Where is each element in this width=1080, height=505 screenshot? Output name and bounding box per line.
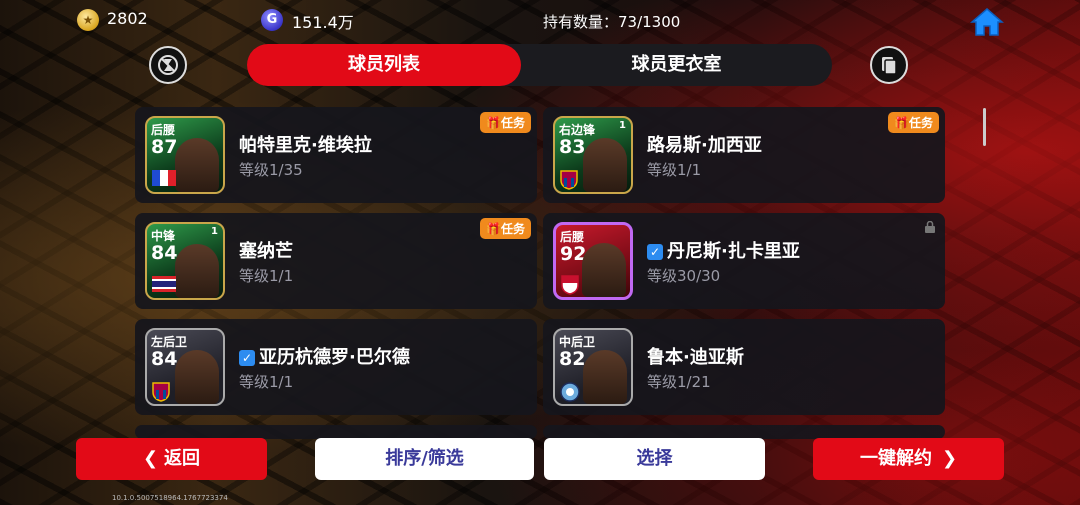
player-rating: 87 [151, 136, 178, 158]
card-level-badge: 1 [619, 120, 626, 131]
home-icon [969, 8, 1005, 36]
player-rating: 84 [151, 348, 178, 370]
player-avatar: 中后卫 82 [553, 328, 633, 406]
task-badge[interactable]: 🎁任务 [480, 218, 531, 239]
lock-icon [925, 221, 935, 233]
player-card[interactable]: 后腰 92 ✓ 丹尼斯·扎卡里亚 等级30/30 [543, 213, 945, 309]
barcelona-flag-icon [152, 382, 176, 402]
chevron-right-icon: ❯ [941, 448, 958, 469]
top-bar: ★ 2802 G 151.4万 持有数量：73/1300 [0, 0, 1080, 40]
verified-check-icon: ✓ [239, 350, 255, 366]
task-badge[interactable]: 🎁任务 [480, 112, 531, 133]
task-badge[interactable]: 🎁任务 [888, 112, 939, 133]
player-portrait [175, 244, 219, 298]
player-portrait [583, 350, 627, 404]
player-name: 鲁本·迪亚斯 [647, 347, 744, 368]
player-card[interactable]: 中后卫 82 鲁本·迪亚斯 等级1/21 [543, 319, 945, 415]
player-avatar: 右边锋 83 1 [553, 116, 633, 194]
player-card[interactable] [543, 425, 945, 439]
gift-icon: 🎁 [486, 116, 501, 130]
monaco-flag-icon [561, 275, 585, 295]
gift-icon: 🎁 [486, 222, 501, 236]
player-card[interactable] [135, 425, 537, 439]
player-card[interactable]: 右边锋 83 1 路易斯·加西亚 等级1/1 🎁任务 [543, 107, 945, 203]
player-avatar: 后腰 87 [145, 116, 225, 194]
scrollbar[interactable] [983, 108, 986, 146]
player-level: 等级30/30 [647, 267, 721, 285]
player-portrait [175, 138, 219, 192]
gp-icon: G [261, 9, 283, 31]
tab-player-list[interactable]: 球员列表 [247, 44, 521, 86]
player-name: ✓ 亚历杭德罗·巴尔德 [239, 343, 410, 369]
hourglass-cancel-icon [158, 55, 178, 75]
release-all-button[interactable]: 一键解约 ❯ [813, 438, 1004, 480]
barcelona-flag-icon [560, 170, 584, 190]
player-avatar: 后腰 92 [553, 222, 633, 300]
player-card[interactable]: 后腰 87 帕特里克·维埃拉 等级1/35 🎁任务 [135, 107, 537, 203]
player-level: 等级1/21 [647, 373, 711, 391]
documents-icon [882, 57, 897, 75]
gp-balance: 151.4万 [292, 13, 354, 32]
verified-check-icon: ✓ [647, 244, 663, 260]
card-level-badge: 1 [211, 226, 218, 237]
gift-icon: 🎁 [894, 116, 909, 130]
player-name: 塞纳芒 [239, 241, 293, 262]
france-flag-icon [152, 170, 176, 186]
coin-balance: 2802 [107, 9, 148, 28]
player-name: ✓ 丹尼斯·扎卡里亚 [647, 237, 800, 263]
player-name: 路易斯·加西亚 [647, 135, 762, 156]
player-level: 等级1/1 [647, 161, 702, 179]
player-portrait [175, 350, 219, 404]
player-portrait [582, 243, 626, 297]
holdings-count: 持有数量：73/1300 [543, 13, 681, 31]
home-button[interactable] [969, 6, 1005, 38]
player-level: 等级1/1 [239, 373, 294, 391]
tab-locker-room[interactable]: 球员更衣室 [521, 44, 832, 86]
tab-bar: 球员列表 球员更衣室 [247, 44, 832, 86]
player-avatar: 中锋 84 1 [145, 222, 225, 300]
player-rating: 84 [151, 242, 178, 264]
player-level: 等级1/35 [239, 161, 303, 179]
thailand-flag-icon [152, 276, 176, 292]
coin-icon: ★ [77, 9, 99, 31]
player-avatar: 左后卫 84 [145, 328, 225, 406]
version-label: 10.1.0.5007518964.1767723374 [112, 494, 228, 502]
player-card[interactable]: 左后卫 84 ✓ 亚历杭德罗·巴尔德 等级1/1 [135, 319, 537, 415]
player-portrait [583, 138, 627, 192]
document-button[interactable] [870, 46, 908, 84]
player-rating: 82 [559, 348, 586, 370]
mancity-flag-icon [560, 382, 584, 402]
player-name: 帕特里克·维埃拉 [239, 135, 372, 156]
back-button[interactable]: ❮ 返回 [76, 438, 267, 480]
expiry-filter-button[interactable] [149, 46, 187, 84]
player-rating: 83 [559, 136, 586, 158]
select-button[interactable]: 选择 [544, 438, 765, 480]
player-level: 等级1/1 [239, 267, 294, 285]
sort-filter-button[interactable]: 排序/筛选 [315, 438, 534, 480]
chevron-left-icon: ❮ [142, 448, 159, 469]
player-card[interactable]: 中锋 84 1 塞纳芒 等级1/1 🎁任务 [135, 213, 537, 309]
